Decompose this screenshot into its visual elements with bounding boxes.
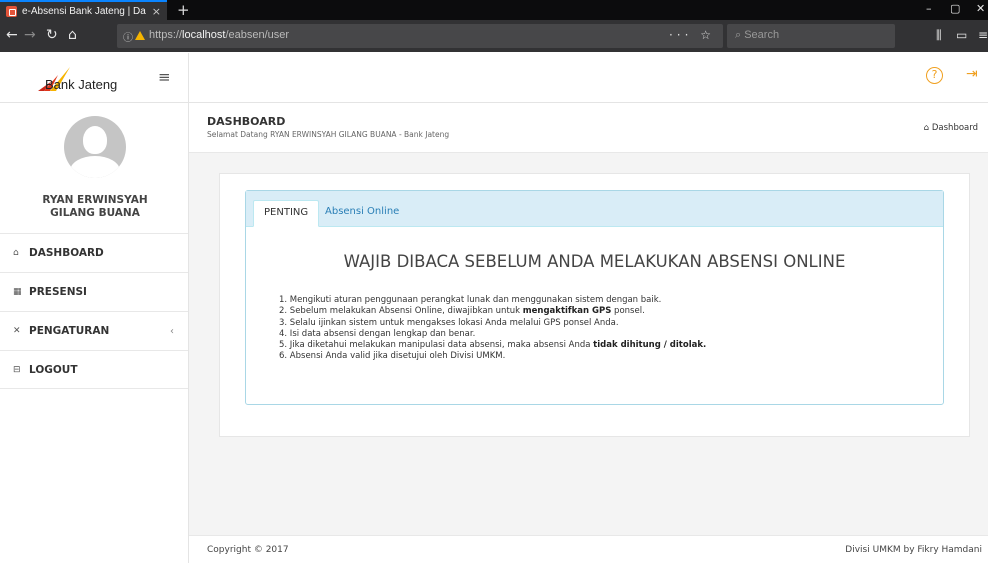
sidebar-item-label: PRESENSI (29, 286, 87, 298)
reload-icon[interactable]: ↻ (46, 27, 58, 43)
url-bar[interactable]: ⓘ https://localhost/eabsen/user ··· ☆ (117, 24, 723, 48)
home-button-icon[interactable]: ⌂ (68, 27, 77, 43)
insecure-warning-icon[interactable] (135, 31, 145, 40)
browser-toolbar: ← → ↻ ⌂ ⓘ https://localhost/eabsen/user … (0, 20, 988, 73)
library-icon[interactable]: ⫼ (936, 28, 942, 43)
panel-tabs: PENTING Absensi Online (246, 191, 943, 227)
home-icon: ⌂ (923, 123, 930, 133)
page-subtitle: Selamat Datang RYAN ERWINSYAH GILANG BUA… (207, 130, 450, 139)
app-header: Bank Jateng ≡ ? ⇥ (0, 53, 988, 103)
page-actions-icon[interactable]: ··· ☆ (669, 28, 715, 42)
sidebar-item-logout[interactable]: ⊟ LOGOUT (0, 350, 188, 389)
tab-title: e-Absensi Bank Jateng | Dashbo (22, 5, 146, 17)
page-header: DASHBOARD Selamat Datang RYAN ERWINSYAH … (189, 103, 988, 153)
sidebar-menu: ⌂ DASHBOARD ▦ PRESENSI ✕ PENGATURAN ‹ ⊟ … (0, 233, 188, 389)
logo-text: Bank Jateng (45, 77, 118, 92)
notice-item: 5. Jika diketahui melakukan manipulasi d… (279, 340, 707, 351)
logout-icon: ⊟ (13, 364, 21, 375)
restore-icon[interactable]: ▢ (950, 2, 960, 15)
url-text[interactable]: https://localhost/eabsen/user (149, 29, 289, 41)
notice-item: 4. Isi data absensi dengan lengkap dan b… (279, 328, 476, 339)
wrench-icon: ✕ (13, 326, 21, 336)
calendar-icon: ▦ (13, 287, 22, 297)
chevron-left-icon: ‹ (170, 325, 174, 337)
tab-penting[interactable]: PENTING (253, 200, 320, 227)
sidebar: RYAN ERWINSYAH GILANG BUANA ⌂ DASHBOARD … (0, 103, 189, 563)
page-title: DASHBOARD (207, 115, 286, 128)
new-tab-button[interactable]: + (177, 1, 190, 19)
browser-search-input[interactable]: ⌕ Search (727, 24, 895, 48)
notice-item: 1. Mengikuti aturan penggunaan perangkat… (279, 295, 662, 305)
content-box: PENTING Absensi Online WAJIB DIBACA SEBE… (219, 173, 970, 437)
footer: Copyright © 2017 Divisi UMKM by Fikry Ha… (189, 535, 988, 563)
browser-menu-icon[interactable]: ≡ (978, 28, 988, 42)
browser-titlebar: e-Absensi Bank Jateng | Dashbo × + – ▢ ✕ (0, 0, 988, 20)
sidebar-item-dashboard[interactable]: ⌂ DASHBOARD (0, 233, 188, 272)
signout-icon[interactable]: ⇥ (966, 66, 978, 82)
sidebar-item-label: PENGATURAN (29, 325, 110, 337)
avatar (64, 116, 126, 178)
sidebar-toggle-icon[interactable]: ▭ (956, 28, 967, 42)
browser-tab[interactable]: e-Absensi Bank Jateng | Dashbo × (0, 0, 167, 20)
credit-text: Divisi UMKM by Fikry Hamdani (845, 545, 982, 555)
sidebar-item-presensi[interactable]: ▦ PRESENSI (0, 272, 188, 311)
main-content: DASHBOARD Selamat Datang RYAN ERWINSYAH … (189, 103, 988, 535)
forward-icon[interactable]: → (24, 27, 36, 43)
site-favicon-icon (6, 5, 17, 17)
sidebar-item-label: LOGOUT (29, 363, 78, 376)
home-icon: ⌂ (13, 248, 19, 258)
sidebar-item-pengaturan[interactable]: ✕ PENGATURAN ‹ (0, 311, 188, 350)
breadcrumb-label: Dashboard (931, 123, 978, 133)
notice-item: 6. Absensi Anda valid jika disetujui ole… (279, 351, 506, 362)
notice-list: 1. Mengikuti aturan penggunaan perangkat… (279, 295, 919, 363)
back-icon[interactable]: ← (6, 27, 18, 43)
breadcrumb[interactable]: ⌂ Dashboard (924, 123, 978, 133)
help-icon[interactable]: ? (926, 67, 943, 84)
user-name: RYAN ERWINSYAH GILANG BUANA (42, 194, 148, 219)
sidebar-item-label: DASHBOARD (29, 247, 104, 259)
notice-title: WAJIB DIBACA SEBELUM ANDA MELAKUKAN ABSE… (343, 252, 846, 271)
notice-item: 3. Selalu ijinkan sistem untuk mengakses… (279, 317, 619, 328)
menu-toggle-icon[interactable]: ≡ (158, 68, 171, 86)
info-icon[interactable]: ⓘ (123, 29, 133, 44)
minimize-icon[interactable]: – (926, 2, 932, 15)
brand[interactable]: Bank Jateng ≡ (0, 53, 189, 102)
notice-item: 2. Sebelum melakukan Absensi Online, diw… (279, 306, 645, 317)
notice-panel: PENTING Absensi Online WAJIB DIBACA SEBE… (245, 190, 944, 405)
tab-close-icon[interactable]: × (152, 5, 161, 18)
copyright-text: Copyright © 2017 (207, 545, 289, 555)
tab-absensi-online[interactable]: Absensi Online (315, 200, 409, 227)
window-close-icon[interactable]: ✕ (976, 2, 985, 15)
